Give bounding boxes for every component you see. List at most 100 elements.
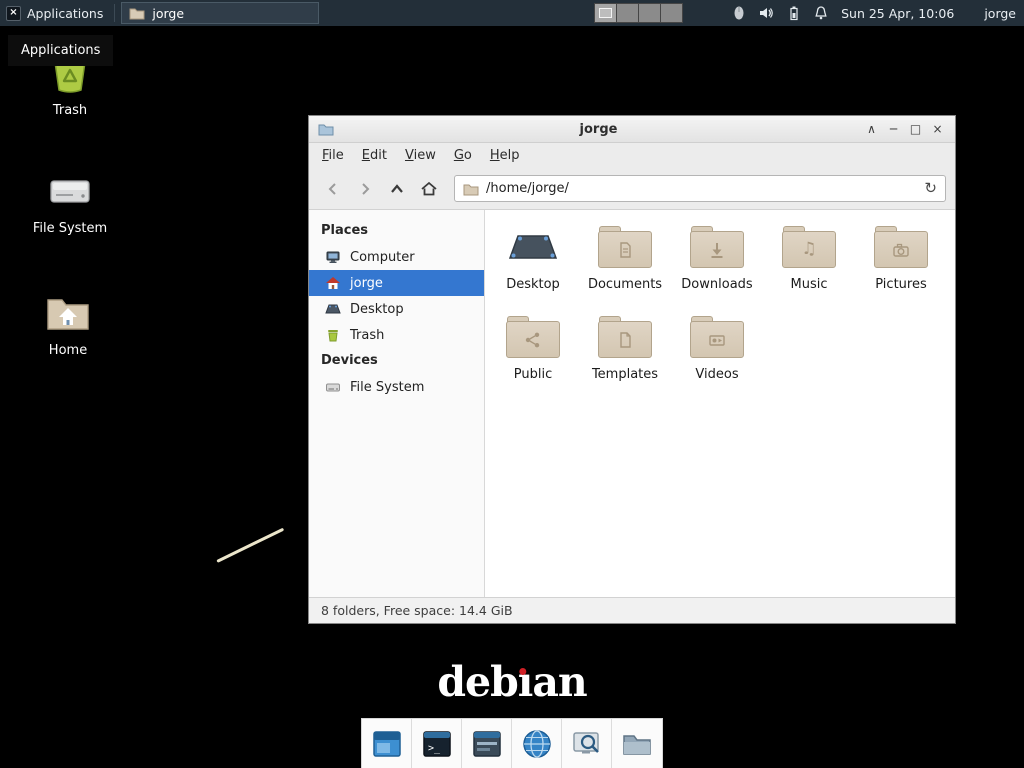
forward-button[interactable] xyxy=(350,175,380,203)
minimize-button[interactable]: ─ xyxy=(885,120,902,138)
applications-menu-label: Applications xyxy=(27,6,103,21)
panel-username: jorge xyxy=(984,6,1016,21)
logo-i-red-dot: ı xyxy=(518,658,533,706)
download-emblem-icon xyxy=(707,240,727,260)
folder-item-downloads[interactable]: Downloads xyxy=(671,222,763,312)
dock-app-finder-button[interactable] xyxy=(562,719,612,768)
close-button[interactable]: × xyxy=(929,120,946,138)
panel-separator xyxy=(114,4,115,22)
workspace-2[interactable] xyxy=(616,3,639,23)
sidebar-item-computer[interactable]: Computer xyxy=(309,244,484,270)
workspace-3[interactable] xyxy=(638,3,661,23)
folder-icon: ♫ xyxy=(782,226,836,268)
back-button[interactable] xyxy=(318,175,348,203)
dock-terminal-button[interactable]: >_ xyxy=(412,719,462,768)
tooltip-text: Applications xyxy=(21,43,100,58)
document-emblem-icon xyxy=(615,240,635,260)
arrow-up-icon xyxy=(389,181,405,197)
sidebar-item-trash[interactable]: Trash xyxy=(309,322,484,348)
dock-show-desktop-button[interactable] xyxy=(362,719,412,768)
video-emblem-icon xyxy=(707,330,727,350)
window-body: Places Computer jorge xyxy=(309,209,955,597)
folder-item-desktop[interactable]: Desktop xyxy=(487,222,579,312)
folder-icon xyxy=(690,316,744,358)
location-bar[interactable]: /home/jorge/ ↻ xyxy=(454,175,946,202)
folder-icon xyxy=(598,226,652,268)
taskbar-window-button[interactable]: jorge xyxy=(121,2,319,24)
hard-drive-icon xyxy=(47,168,93,214)
desktop-icon-label: File System xyxy=(33,221,107,236)
desktop-icon-home[interactable]: Home xyxy=(20,290,116,358)
panel-clock[interactable]: Sun 25 Apr, 10:06 xyxy=(841,6,954,21)
system-tray xyxy=(731,5,829,21)
applications-menu-button[interactable]: × Applications xyxy=(0,0,112,26)
sidebar-item-jorge[interactable]: jorge xyxy=(309,270,484,296)
menu-go[interactable]: Go xyxy=(445,145,481,166)
home-button[interactable] xyxy=(414,175,444,203)
hard-drive-icon xyxy=(325,379,341,395)
folder-item-videos[interactable]: Videos xyxy=(671,312,763,402)
folder-item-label: Templates xyxy=(592,367,658,382)
folder-icon xyxy=(621,728,653,760)
top-panel: × Applications jorge xyxy=(0,0,1024,26)
folder-item-label: Videos xyxy=(695,367,738,382)
desktop-window-icon xyxy=(371,728,403,760)
desktop-icon xyxy=(325,301,341,317)
workspace-4[interactable] xyxy=(660,3,683,23)
window-titlebar[interactable]: jorge ∧ ─ □ × xyxy=(309,116,955,143)
battery-icon[interactable] xyxy=(786,5,802,21)
sidebar-item-label: File System xyxy=(350,380,424,395)
window-icon xyxy=(318,121,334,137)
template-emblem-icon xyxy=(615,330,635,350)
maximize-button[interactable]: □ xyxy=(907,120,924,138)
window-icon xyxy=(471,728,503,760)
workspace-1[interactable] xyxy=(594,3,617,23)
folder-icon xyxy=(463,181,479,197)
magnifier-screen-icon xyxy=(571,728,603,760)
folder-icon xyxy=(598,316,652,358)
sidebar-item-file-system[interactable]: File System xyxy=(309,374,484,400)
folder-item-documents[interactable]: Documents xyxy=(579,222,671,312)
trash-icon xyxy=(325,327,341,343)
sidebar-item-label: jorge xyxy=(350,276,383,291)
logo-part1: deb xyxy=(437,658,517,706)
sidebar: Places Computer jorge xyxy=(309,210,485,597)
menu-help[interactable]: Help xyxy=(481,145,529,166)
home-folder-icon xyxy=(45,290,91,336)
folder-item-label: Pictures xyxy=(875,277,926,292)
sidebar-item-desktop[interactable]: Desktop xyxy=(309,296,484,322)
folder-item-label: Desktop xyxy=(506,277,560,292)
share-emblem-icon xyxy=(523,330,543,350)
menu-file[interactable]: File xyxy=(313,145,353,166)
notification-bell-icon[interactable] xyxy=(813,5,829,21)
workspace-window-preview xyxy=(599,8,612,18)
dock-file-window-button[interactable] xyxy=(462,719,512,768)
menu-edit[interactable]: Edit xyxy=(353,145,396,166)
computer-icon xyxy=(325,249,341,265)
reload-button[interactable]: ↻ xyxy=(924,181,937,196)
file-manager-window: jorge ∧ ─ □ × File Edit View Go Help xyxy=(308,115,956,624)
workspace-switcher xyxy=(595,3,683,23)
menu-view[interactable]: View xyxy=(396,145,445,166)
folder-item-music[interactable]: ♫ Music xyxy=(763,222,855,312)
sidebar-item-label: Desktop xyxy=(350,302,404,317)
x-glyph: × xyxy=(9,8,17,18)
desktop-icon-file-system[interactable]: File System xyxy=(22,168,118,236)
applications-tooltip: Applications xyxy=(8,35,113,66)
sidebar-places-header: Places xyxy=(309,218,484,244)
folder-item-public[interactable]: Public xyxy=(487,312,579,402)
mouse-icon[interactable] xyxy=(731,5,747,21)
up-button[interactable] xyxy=(382,175,412,203)
dock-web-browser-button[interactable] xyxy=(512,719,562,768)
folder-item-templates[interactable]: Templates xyxy=(579,312,671,402)
shade-button[interactable]: ∧ xyxy=(863,120,880,138)
taskbar-window-label: jorge xyxy=(152,6,184,21)
folder-view: Desktop Documents xyxy=(485,210,955,597)
toolbar: /home/jorge/ ↻ xyxy=(309,168,955,209)
volume-icon[interactable] xyxy=(758,5,775,21)
desktop-icon-label: Home xyxy=(49,343,87,358)
folder-item-pictures[interactable]: Pictures xyxy=(855,222,947,312)
globe-icon xyxy=(521,728,553,760)
desktop-icon-label: Trash xyxy=(53,103,87,118)
dock-file-manager-button[interactable] xyxy=(612,719,662,768)
